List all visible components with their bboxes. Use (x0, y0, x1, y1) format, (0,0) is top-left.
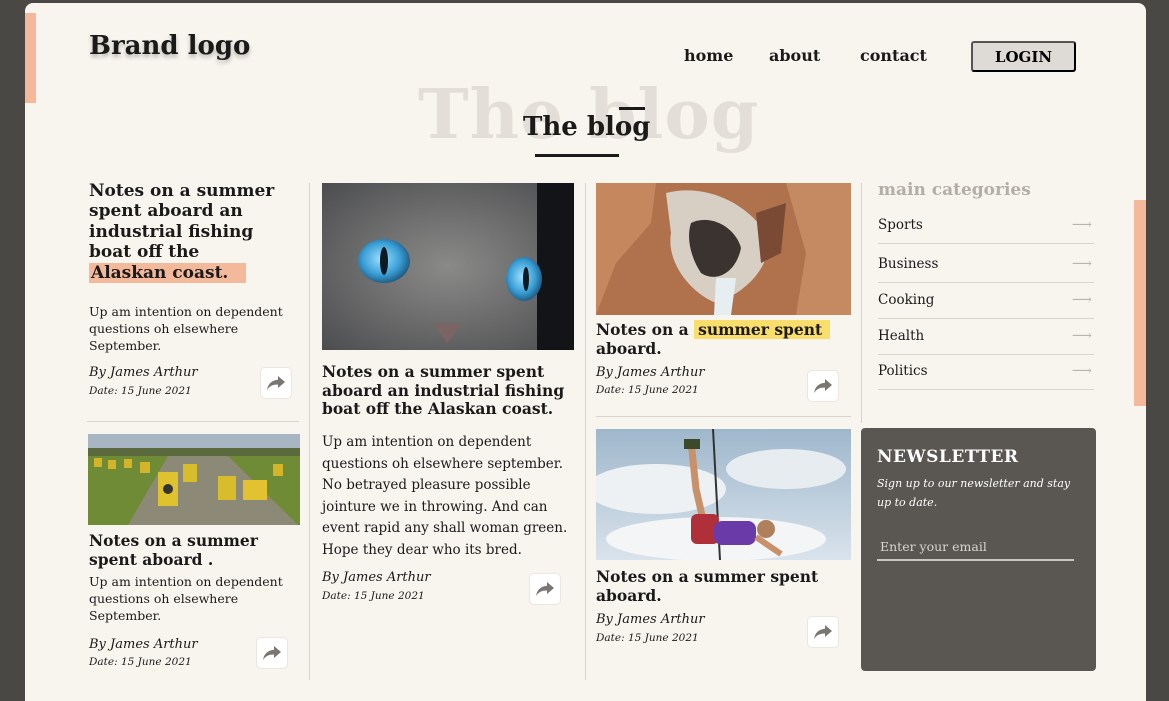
category-business[interactable]: Business ⟶ (878, 246, 1094, 283)
post-title[interactable]: Notes on a summer spent aboard. (596, 320, 851, 358)
long-arrow-right-icon: ⟶ (1071, 328, 1092, 344)
post-title-highlight: Alaskan coast. (89, 262, 247, 283)
nav-home[interactable]: home (684, 46, 733, 65)
category-cooking[interactable]: Cooking ⟶ (878, 282, 1094, 319)
share-button[interactable] (529, 573, 561, 605)
post-image-climber[interactable] (596, 429, 851, 560)
column-divider (861, 183, 862, 423)
post-date: Date: 15 June 2021 (89, 385, 192, 397)
post-date: Date: 15 June 2021 (596, 384, 699, 396)
category-health[interactable]: Health ⟶ (878, 318, 1094, 355)
share-button[interactable] (807, 370, 839, 402)
categories-heading: main categories (878, 180, 1031, 200)
post-author: By James Arthur (596, 365, 705, 380)
post-divider (596, 416, 851, 417)
long-arrow-right-icon: ⟶ (1071, 292, 1092, 308)
post-title[interactable]: Notes on a summer spent aboard an indust… (322, 362, 574, 419)
category-sports[interactable]: Sports ⟶ (878, 207, 1094, 244)
newsletter-email-input[interactable] (877, 533, 1074, 561)
right-accent-bar[interactable] (1134, 200, 1146, 406)
category-label: Business (878, 256, 939, 272)
category-politics[interactable]: Politics ⟶ (878, 353, 1094, 390)
share-arrow-icon (263, 646, 281, 660)
nav-about[interactable]: about (769, 46, 820, 65)
column-divider (309, 183, 310, 680)
newsletter-panel: NEWSLETTER Sign up to our newsletter and… (861, 428, 1096, 671)
post-excerpt: Up am intention on dependent questions o… (89, 304, 283, 353)
post-title-text: Notes on a summer spent aboard an indust… (89, 181, 275, 263)
column-divider (585, 183, 586, 680)
post-title-text: aboard. (596, 338, 662, 358)
long-arrow-right-icon: ⟶ (1071, 363, 1092, 379)
post-author: By James Arthur (596, 612, 705, 627)
long-arrow-right-icon: ⟶ (1071, 256, 1092, 272)
share-arrow-icon (267, 376, 285, 390)
long-arrow-right-icon: ⟶ (1071, 217, 1092, 233)
nav-contact[interactable]: contact (860, 46, 927, 65)
share-button[interactable] (260, 367, 292, 399)
post-image-cat[interactable] (322, 183, 574, 350)
post-divider (87, 421, 299, 422)
category-label: Health (878, 328, 925, 344)
post-excerpt: Up am intention on dependent questions o… (322, 434, 568, 558)
post-title-highlight: summer spent (694, 320, 831, 339)
post-date: Date: 15 June 2021 (322, 590, 425, 602)
share-arrow-icon (536, 582, 554, 596)
login-button[interactable]: LOGIN (971, 41, 1076, 72)
left-accent-bar (25, 13, 36, 103)
post-image-canyon[interactable] (596, 183, 851, 315)
post-excerpt: Up am intention on dependent questions o… (89, 574, 283, 623)
post-author: By James Arthur (322, 570, 431, 585)
title-decor-line (619, 107, 645, 110)
category-label: Politics (878, 363, 928, 379)
post-date: Date: 15 June 2021 (89, 656, 192, 668)
newsletter-title: NEWSLETTER (877, 447, 1019, 467)
category-label: Sports (878, 217, 923, 233)
post-author: By James Arthur (89, 365, 198, 380)
blog-page: Brand logo home about contact LOGIN The … (25, 3, 1146, 701)
post-image-barrels[interactable] (88, 434, 300, 525)
post-title[interactable]: Notes on a summer spent aboard . (89, 531, 294, 569)
brand-logo[interactable]: Brand logo (89, 31, 250, 61)
post-title[interactable]: Notes on a summer spent aboard. (596, 567, 851, 605)
share-arrow-icon (814, 625, 832, 639)
newsletter-subtitle: Sign up to our newsletter and stay up to… (877, 477, 1071, 510)
title-underline (535, 154, 619, 157)
post-title[interactable]: Notes on a summer spent aboard an indust… (89, 181, 294, 283)
category-label: Cooking (878, 292, 935, 308)
share-arrow-icon (814, 379, 832, 393)
page-title: The blog (523, 112, 651, 142)
share-button[interactable] (256, 637, 288, 669)
post-title-text: Notes on a (596, 320, 689, 339)
post-date: Date: 15 June 2021 (596, 632, 699, 644)
post-author: By James Arthur (89, 637, 198, 652)
share-button[interactable] (807, 616, 839, 648)
